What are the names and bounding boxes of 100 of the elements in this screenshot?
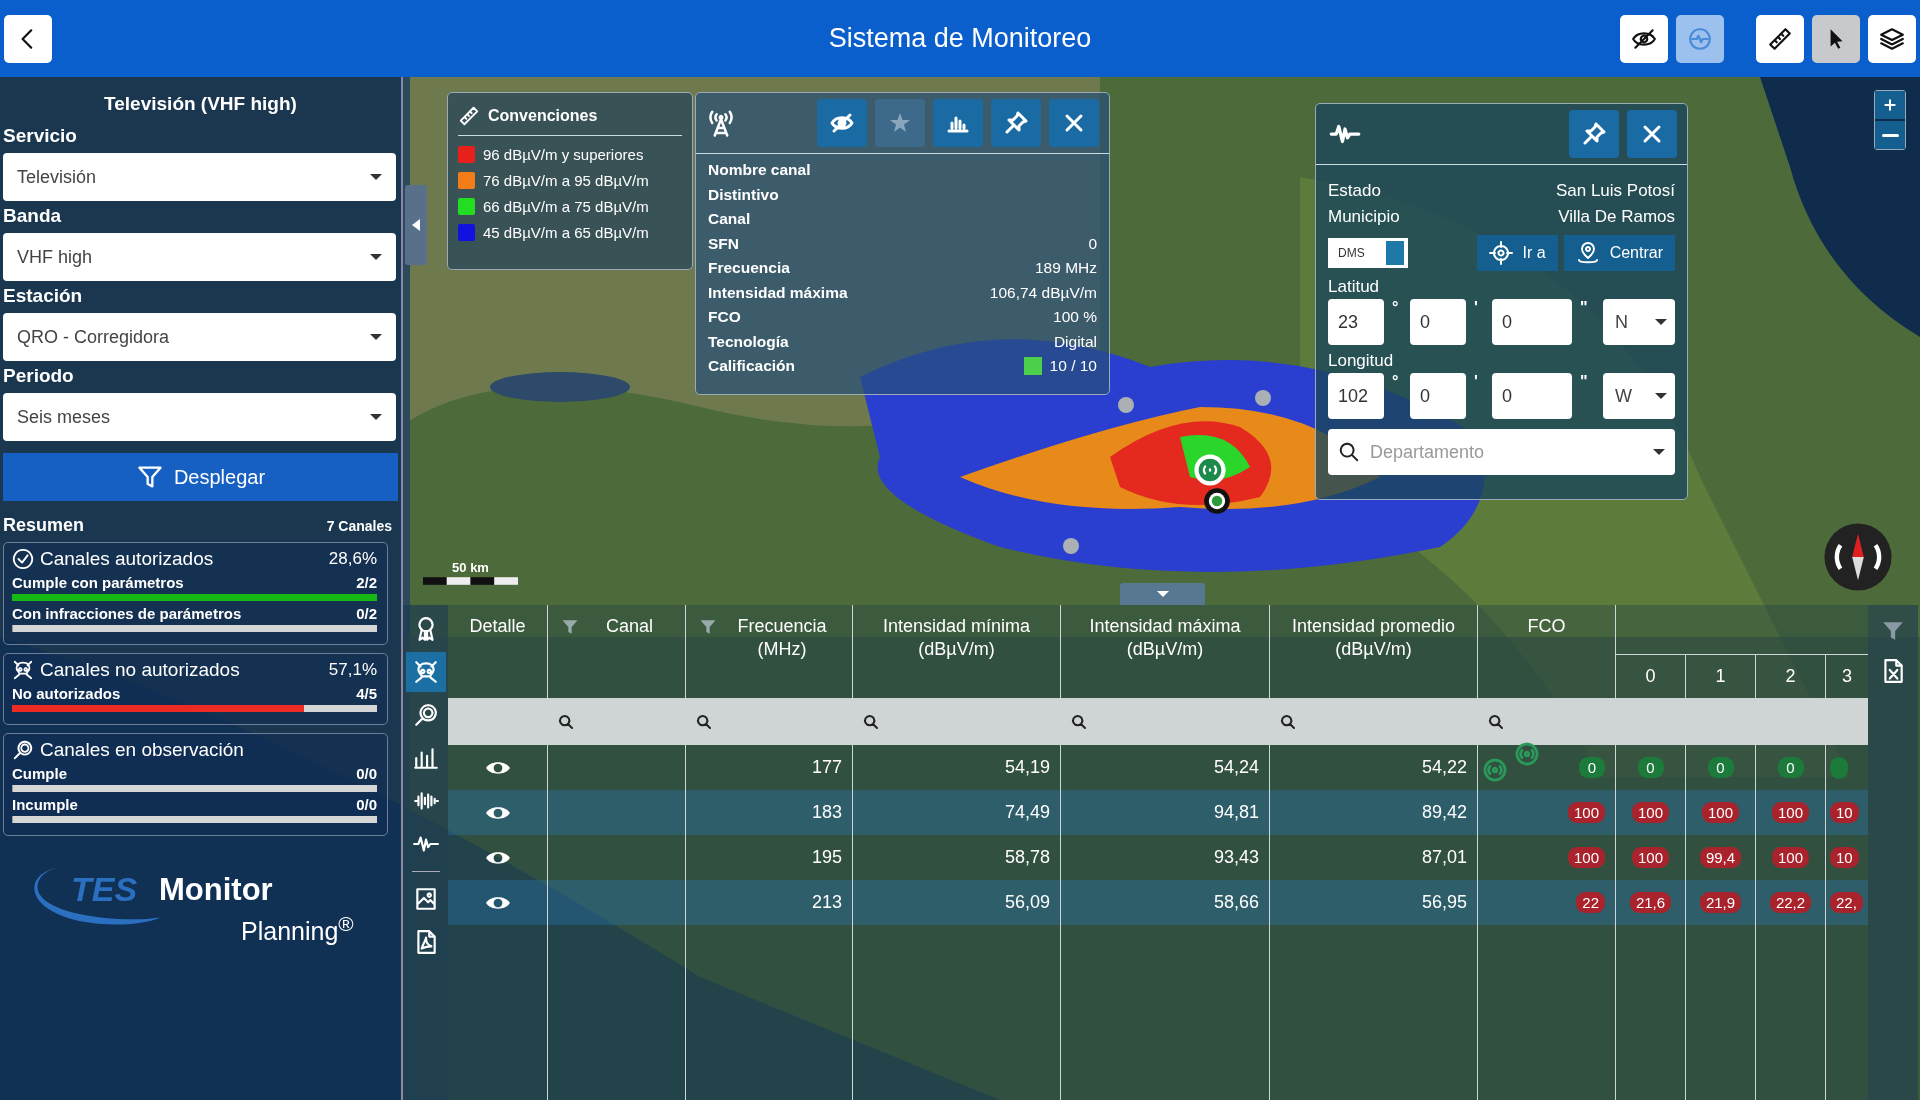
search-field[interactable]: Departamento bbox=[1368, 440, 1645, 464]
plus-icon bbox=[1882, 97, 1898, 113]
table-cell: 58,66 bbox=[1061, 880, 1270, 925]
panel-button[interactable] bbox=[1049, 99, 1099, 147]
collapse-tab[interactable] bbox=[405, 185, 427, 265]
table-cell: 54,19 bbox=[853, 745, 1061, 790]
field-label: Periodo bbox=[3, 365, 75, 387]
toolbar-button[interactable] bbox=[1812, 14, 1860, 63]
unit-mark: ° bbox=[1392, 299, 1400, 317]
column-header[interactable]: 3 bbox=[1826, 655, 1868, 698]
search-icon[interactable] bbox=[696, 713, 712, 730]
logo-subtitle: Planning$^{®}$ bbox=[241, 912, 354, 947]
skull-icon bbox=[412, 659, 439, 685]
toolbar-button[interactable] bbox=[1620, 14, 1668, 63]
tool-button[interactable] bbox=[405, 652, 446, 692]
layers-icon bbox=[1879, 25, 1905, 52]
metric-ratio: 4/5 bbox=[356, 685, 377, 702]
value-badge: 10 bbox=[1830, 802, 1859, 823]
panel-button[interactable] bbox=[817, 99, 867, 147]
property-label: Estado bbox=[1328, 181, 1381, 201]
summary-label: Resumen bbox=[3, 515, 85, 536]
toolbar-button[interactable] bbox=[1868, 14, 1916, 63]
window-title: Sistema de Monitoreo bbox=[828, 23, 1092, 54]
ruler-icon bbox=[1767, 25, 1793, 52]
property-value: San Luis Potosí bbox=[1555, 181, 1675, 201]
search-icon[interactable] bbox=[1280, 713, 1296, 730]
dropdown[interactable]: Televisión bbox=[3, 153, 396, 201]
degrees-field[interactable]: 23 bbox=[1328, 299, 1384, 345]
caret-icon bbox=[370, 254, 382, 260]
field-label: Estación bbox=[3, 285, 84, 307]
search-icon[interactable] bbox=[863, 713, 879, 730]
heart-pulse-icon bbox=[1687, 25, 1713, 52]
field-label: Latitud bbox=[1328, 277, 1381, 297]
search-icon bbox=[1338, 441, 1360, 463]
action-button[interactable]: Ir a bbox=[1476, 235, 1558, 271]
card-percent: 28,6% bbox=[328, 549, 377, 569]
search-icon[interactable] bbox=[1488, 713, 1504, 730]
metric-label: Incumple bbox=[12, 796, 78, 813]
table-cell: 177 bbox=[686, 745, 853, 790]
zoom-out-button[interactable] bbox=[1875, 121, 1905, 149]
caret-icon bbox=[1653, 449, 1665, 455]
seconds-field[interactable]: 0 bbox=[1492, 373, 1572, 419]
seconds-field[interactable]: 0 bbox=[1492, 299, 1572, 345]
minutes-field[interactable]: 0 bbox=[1410, 373, 1466, 419]
hemisphere-dropdown[interactable]: W bbox=[1603, 373, 1675, 419]
metric-ratio: 2/2 bbox=[356, 574, 377, 591]
hemisphere-dropdown[interactable]: N bbox=[1603, 299, 1675, 345]
property-label: FCO bbox=[708, 308, 741, 327]
metric-label: Cumple bbox=[12, 765, 67, 782]
property-value: 10 / 10 bbox=[1049, 357, 1097, 376]
antenna-marker-icon[interactable] bbox=[1193, 453, 1227, 487]
property-label: SFN bbox=[708, 234, 739, 253]
search-icon[interactable] bbox=[558, 713, 574, 730]
location-marker-icon[interactable] bbox=[1203, 487, 1231, 515]
action-button[interactable]: Centrar bbox=[1563, 235, 1675, 271]
legend-label: 45 dBµV/m a 65 dBµV/m bbox=[483, 224, 649, 241]
metric-ratio: 0/0 bbox=[356, 765, 377, 782]
dms-toggle[interactable]: DMS bbox=[1328, 238, 1408, 268]
panel-button[interactable] bbox=[933, 99, 983, 147]
zoom-in-button[interactable] bbox=[1875, 91, 1905, 119]
caret-icon bbox=[370, 334, 382, 340]
back-button[interactable] bbox=[4, 14, 52, 63]
minutes-field[interactable]: 0 bbox=[1410, 299, 1466, 345]
property-value: 0 bbox=[1088, 234, 1097, 253]
metric-label: Cumple con parámetros bbox=[12, 574, 184, 591]
property-label: Nombre canal bbox=[708, 161, 811, 180]
property-label: Distintivo bbox=[708, 185, 779, 204]
panel-button[interactable] bbox=[991, 99, 1041, 147]
dropdown[interactable]: Seis meses bbox=[3, 393, 396, 441]
degrees-field[interactable]: 102 bbox=[1328, 373, 1384, 419]
search-icon[interactable] bbox=[1071, 713, 1087, 730]
caret-icon bbox=[1655, 393, 1667, 399]
scale-label: 50 km bbox=[452, 560, 489, 575]
table-cell: 89,42 bbox=[1270, 790, 1478, 835]
table-cell: 58,78 bbox=[853, 835, 1061, 880]
table-cell: 195 bbox=[686, 835, 853, 880]
unit-mark: ' bbox=[1474, 373, 1479, 391]
property-label: Municipio bbox=[1328, 207, 1400, 227]
panel-button[interactable] bbox=[1627, 110, 1677, 158]
location-pin-icon bbox=[1575, 241, 1600, 265]
display-button[interactable]: Desplegar bbox=[3, 453, 398, 501]
caret-icon bbox=[412, 219, 420, 231]
compass-icon[interactable] bbox=[1823, 522, 1893, 592]
dropdown[interactable]: QRO - Corregidora bbox=[3, 313, 396, 361]
table-cell: 54,24 bbox=[1061, 745, 1270, 790]
eye-slash-icon bbox=[830, 111, 854, 135]
legend-label: 96 dBµV/m y superiores bbox=[483, 146, 644, 163]
panel-button[interactable] bbox=[1569, 110, 1619, 158]
search-dropdown[interactable]: Departamento bbox=[1328, 429, 1675, 475]
dropdown[interactable]: VHF high bbox=[3, 233, 396, 281]
field-label: Banda bbox=[3, 205, 63, 227]
property-label: Calificación bbox=[708, 357, 795, 376]
table-cell: 183 bbox=[686, 790, 853, 835]
magnifier-icon bbox=[12, 739, 34, 761]
card-percent: 57,1% bbox=[328, 660, 377, 680]
unit-mark: ' bbox=[1474, 299, 1479, 317]
value-badge: 22, bbox=[1830, 892, 1863, 913]
value-badge: 10 bbox=[1830, 847, 1859, 868]
metric-ratio: 0/2 bbox=[356, 605, 377, 622]
toolbar-button[interactable] bbox=[1756, 14, 1804, 63]
